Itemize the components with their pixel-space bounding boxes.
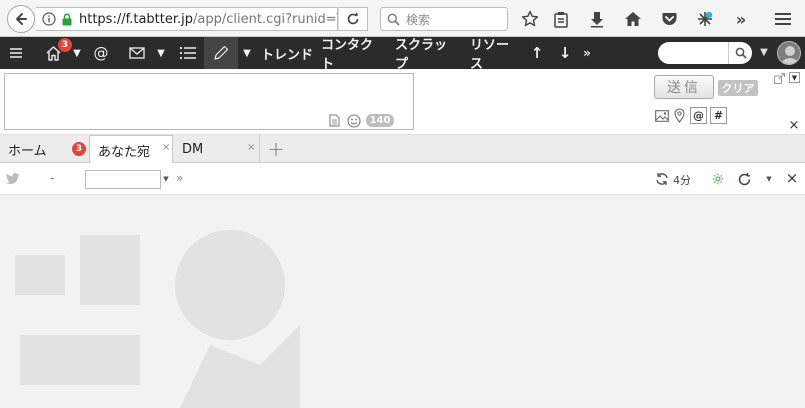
location-pin-icon[interactable] [673, 108, 685, 123]
auto-refresh-icon[interactable] [654, 171, 669, 187]
tab-home-badge: 3 [72, 142, 86, 156]
nav-scroll-down-button[interactable]: ↓ [556, 37, 574, 69]
search-icon [387, 13, 400, 26]
url-host: https://f.tabtter.jp [79, 11, 194, 27]
house-icon [625, 12, 641, 26]
nav-resource-link[interactable]: リソース [470, 37, 520, 72]
column-options-caret-icon[interactable]: ▼ [764, 174, 774, 184]
compose-panel: 140 送信 クリア ▼ @ # × [0, 69, 805, 135]
downloads-button[interactable] [587, 9, 607, 29]
reload-column-icon[interactable] [736, 171, 752, 187]
star-icon [521, 10, 539, 27]
twitter-bird-icon [6, 172, 20, 186]
add-tab-button[interactable]: + [266, 137, 286, 161]
nav-dm-button[interactable] [125, 37, 149, 69]
app-search-button[interactable] [728, 42, 752, 64]
bookmark-star-button[interactable] [520, 9, 540, 29]
clipboard-icon [554, 11, 568, 28]
nav-compose-button[interactable] [204, 37, 238, 69]
extension-sparkle-icon [698, 11, 713, 26]
tab-dm-close-icon[interactable]: × [247, 142, 255, 153]
search-placeholder: 検索 [406, 12, 431, 27]
menu-button[interactable] [773, 9, 793, 29]
clear-button[interactable]: クリア [718, 80, 758, 96]
attach-image-icon[interactable] [655, 109, 669, 123]
info-icon [42, 12, 56, 26]
download-arrow-icon [591, 11, 603, 27]
pencil-icon [214, 45, 229, 60]
nav-scroll-up-button[interactable]: ↑ [528, 37, 546, 69]
nav-scrap-link[interactable]: スクラップ [395, 37, 459, 72]
emoji-smiley-icon[interactable] [346, 113, 361, 128]
dm-dropdown-caret-icon[interactable]: ▼ [154, 37, 168, 69]
refresh-interval-label: 4分 [673, 174, 691, 187]
arrow-left-icon [16, 13, 27, 25]
compose-dropdown-caret-icon[interactable]: ▼ [240, 37, 254, 69]
nav-mentions-button[interactable]: @ [90, 37, 112, 69]
lock-icon [62, 13, 72, 25]
send-button[interactable]: 送信 [654, 75, 714, 99]
background-watermark-image [15, 230, 300, 408]
tab-mentions-close-icon[interactable]: × [162, 142, 170, 153]
tab-mentions[interactable]: あなた宛 [89, 135, 173, 164]
close-column-icon[interactable]: × [786, 169, 799, 187]
tab-home-label: ホーム [8, 143, 47, 159]
hamburger-icon [10, 48, 22, 58]
browser-toolbar: https://f.tabtter.jp/app/client.cgi?runi… [0, 0, 805, 37]
overflow-chevron-icon[interactable]: » [731, 9, 751, 29]
column-tabs: ホーム 3 あなた宛 × DM × + [0, 135, 805, 164]
column-more-button[interactable]: » [176, 171, 183, 185]
home-dropdown-caret-icon[interactable]: ▼ [70, 37, 84, 69]
app-menu-button[interactable] [4, 37, 28, 69]
timeline-area [0, 195, 805, 408]
reading-list-button[interactable] [551, 9, 571, 29]
hamburger-icon [775, 13, 791, 25]
reload-button[interactable] [338, 7, 368, 31]
nav-more-button[interactable]: » [580, 37, 594, 69]
browser-search-box[interactable]: 検索 [380, 7, 508, 31]
search-dropdown-caret-icon[interactable]: ▼ [758, 46, 770, 58]
tab-dm-label: DM [182, 141, 204, 157]
character-counter: 140 [366, 114, 394, 127]
app-search-input[interactable] [658, 42, 730, 64]
column-toolbar: - ▼ » 4分 ▼ × [0, 163, 805, 195]
filter-dropdown-caret-icon[interactable]: ▼ [162, 174, 170, 184]
address-bar[interactable]: https://f.tabtter.jp/app/client.cgi?runi… [36, 7, 338, 31]
nav-lists-button[interactable] [176, 37, 200, 69]
insert-hashtag-button[interactable]: # [710, 107, 727, 124]
draft-document-icon[interactable] [328, 114, 341, 127]
search-icon [735, 47, 747, 59]
column-settings-gear-icon[interactable] [711, 172, 725, 186]
popout-window-icon[interactable] [773, 72, 785, 84]
url-path: /app/client.cgi?runid=T [193, 11, 338, 27]
extension-button[interactable] [695, 9, 715, 29]
pocket-icon [662, 13, 676, 25]
nav-contact-link[interactable]: コンタクト [321, 37, 385, 72]
envelope-icon [129, 47, 145, 59]
column-filter-input[interactable] [85, 170, 161, 189]
compose-options-caret-icon[interactable]: ▼ [789, 72, 800, 83]
home-button[interactable] [623, 9, 643, 29]
nav-trend-link[interactable]: トレンド [261, 37, 313, 69]
insert-mention-button[interactable]: @ [690, 107, 707, 124]
reload-icon [347, 12, 359, 25]
close-compose-icon[interactable]: × [788, 118, 800, 133]
user-avatar[interactable] [777, 41, 801, 65]
pocket-button[interactable] [659, 9, 679, 29]
column-dash: - [50, 171, 55, 185]
tab-mentions-label: あなた宛 [98, 144, 151, 160]
back-button[interactable] [7, 5, 35, 33]
list-icon [179, 46, 196, 60]
